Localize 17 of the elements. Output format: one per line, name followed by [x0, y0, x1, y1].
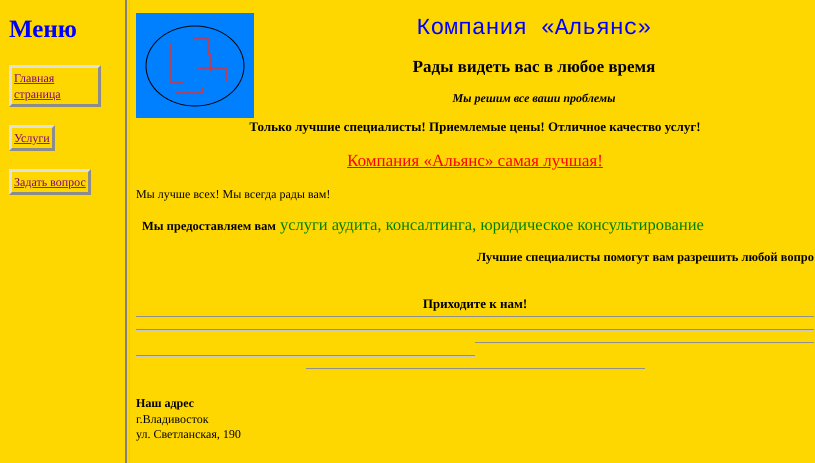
nav-link[interactable]: Задать вопрос: [9, 169, 91, 195]
help-text: Лучшие специалисты помогут вам разрешить любой вопро: [476, 250, 814, 265]
nav-link[interactable]: Услуги: [9, 125, 55, 151]
address-line: ул. Светланская, 190: [136, 427, 241, 442]
services-lead: Мы предоставляем вам: [142, 219, 276, 234]
logo-icon: [136, 13, 254, 118]
company-title: Компания «Альянс»: [416, 15, 652, 41]
intro-text: Только лучшие специалисты! Приемлемые цены! Отличное качество услуг!: [249, 119, 701, 134]
invite-text: Приходите к нам!: [422, 296, 528, 311]
subtitle: Рады видеть вас в любое время: [412, 57, 656, 77]
tagline: Мы решим все ваши проблемы: [452, 91, 616, 106]
address-line: г.Владивосток: [136, 412, 209, 427]
services-list: услуги аудита, консалтинга, юридическое консультирование: [280, 215, 704, 235]
nav-link[interactable]: Главная страница: [9, 65, 101, 107]
address-heading: Наш адрес: [136, 396, 194, 412]
greeting-text: Мы лучше всех! Мы всегда рады вам!: [136, 187, 330, 201]
menu-title: Меню: [9, 16, 78, 44]
